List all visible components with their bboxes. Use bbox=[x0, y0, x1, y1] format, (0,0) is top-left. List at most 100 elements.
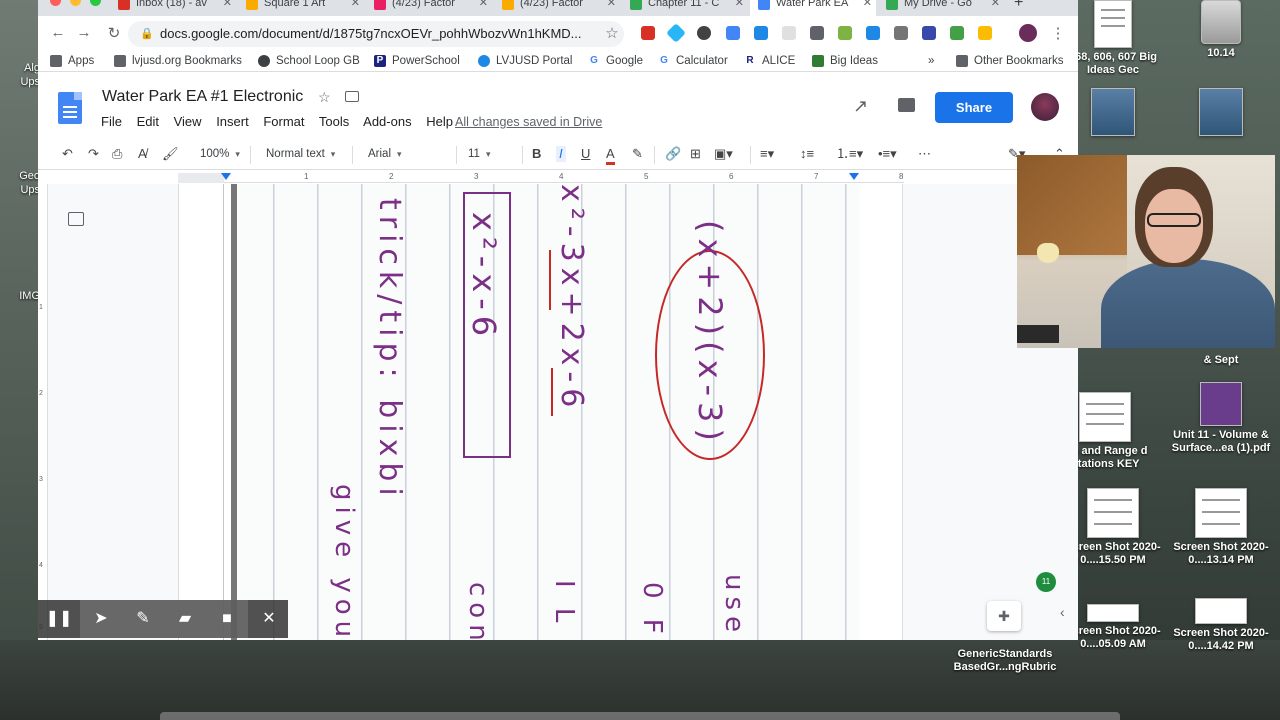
menu-file[interactable]: File bbox=[101, 114, 122, 129]
drive-icon[interactable] bbox=[978, 26, 992, 40]
undo-icon[interactable]: ↶ bbox=[62, 146, 73, 162]
tab-square[interactable]: Square 1 Art ✕ bbox=[238, 0, 364, 16]
bookmark-lvjusd[interactable]: lvjusd.org Bookmarks bbox=[114, 53, 242, 69]
menu-format[interactable]: Format bbox=[263, 114, 304, 129]
close-window-icon[interactable] bbox=[50, 0, 61, 6]
document-page[interactable]: trick/tip: bixbi give you x²-x-6 x²-3x+2… bbox=[178, 184, 903, 640]
add-comment-button[interactable]: ✚ bbox=[987, 601, 1021, 631]
pointer-icon[interactable]: ➤ bbox=[80, 600, 122, 638]
camera-icon[interactable]: ■ bbox=[206, 600, 248, 638]
menu-kebab-icon[interactable]: ⋮ bbox=[1048, 24, 1068, 42]
close-tab-icon[interactable]: ✕ bbox=[735, 0, 744, 12]
tab-factor-1[interactable]: (4/23) Factor ✕ bbox=[366, 0, 492, 16]
bookmark-school-loop[interactable]: School Loop GB bbox=[258, 53, 360, 69]
spellcheck-icon[interactable]: A̸ bbox=[138, 146, 147, 162]
bookmark-calculator[interactable]: G Calculator bbox=[658, 53, 728, 69]
link-icon[interactable]: 🔗 bbox=[665, 146, 681, 162]
menu-add-ons[interactable]: Add-ons bbox=[363, 114, 411, 129]
bookmark-powerschool[interactable]: P PowerSchool bbox=[374, 53, 460, 69]
minimize-window-icon[interactable] bbox=[70, 0, 81, 6]
desktop-file-icon[interactable]: GenericStandards BasedGr...ngRubric bbox=[950, 648, 1060, 674]
underline-button[interactable]: U bbox=[581, 146, 590, 162]
extension-icon[interactable] bbox=[894, 26, 908, 40]
font-size-select[interactable]: 11 bbox=[468, 146, 490, 162]
left-indent-marker[interactable] bbox=[221, 173, 231, 180]
bookmark-big-ideas[interactable]: Big Ideas bbox=[812, 53, 878, 69]
align-icon[interactable]: ≡▾ bbox=[760, 146, 774, 162]
close-icon[interactable]: ✕ bbox=[248, 600, 290, 638]
right-indent-marker[interactable] bbox=[849, 173, 859, 180]
extension-icon[interactable] bbox=[754, 26, 768, 40]
bookmark-lvjusd-portal[interactable]: LVJUSD Portal bbox=[478, 53, 572, 69]
menu-edit[interactable]: Edit bbox=[137, 114, 159, 129]
desktop-file-icon[interactable]: Screen Shot 2020-0....13.14 PM bbox=[1166, 488, 1276, 567]
redo-icon[interactable]: ↷ bbox=[88, 146, 99, 162]
italic-button[interactable]: I bbox=[556, 146, 566, 162]
tab-inbox[interactable]: Inbox (18) - av ✕ bbox=[110, 0, 236, 16]
notification-badge[interactable]: 11 bbox=[1036, 572, 1056, 592]
bookmark-alice[interactable]: R ALICE bbox=[744, 53, 795, 69]
menu-tools[interactable]: Tools bbox=[319, 114, 349, 129]
style-select[interactable]: Normal text bbox=[266, 146, 335, 162]
extension-icon[interactable] bbox=[922, 26, 936, 40]
side-panel-toggle-icon[interactable]: ‹ bbox=[1060, 604, 1076, 626]
pause-icon[interactable]: ❚❚ bbox=[38, 600, 80, 638]
more-options-icon[interactable]: ⋯ bbox=[918, 146, 931, 162]
bookmark-google[interactable]: G Google bbox=[588, 53, 643, 69]
add-comment-icon[interactable]: ⊞ bbox=[690, 146, 701, 162]
close-tab-icon[interactable]: ✕ bbox=[479, 0, 488, 12]
print-icon[interactable]: ⎙ bbox=[112, 146, 122, 162]
bookmark-star-icon[interactable]: ☆ bbox=[602, 24, 622, 42]
insert-image-icon[interactable]: ▣▾ bbox=[714, 146, 733, 162]
activity-trend-icon[interactable]: ↗ bbox=[853, 96, 868, 117]
extension-icon[interactable] bbox=[641, 26, 655, 40]
webcam-overlay[interactable] bbox=[1017, 155, 1275, 348]
tab-my-drive[interactable]: My Drive - Go ✕ bbox=[878, 0, 1004, 16]
document-title[interactable]: Water Park EA #1 Electronic bbox=[102, 88, 303, 106]
extension-icon[interactable] bbox=[726, 26, 740, 40]
docs-logo-icon[interactable] bbox=[58, 92, 82, 124]
reload-icon[interactable]: ↻ bbox=[104, 24, 124, 42]
handwritten-notes-image[interactable]: trick/tip: bixbi give you x²-x-6 x²-3x+2… bbox=[231, 184, 859, 640]
extension-icon[interactable] bbox=[838, 26, 852, 40]
bookmarks-overflow-button[interactable]: » bbox=[928, 53, 934, 69]
close-tab-icon[interactable]: ✕ bbox=[607, 0, 616, 12]
desktop-file-icon[interactable] bbox=[1166, 88, 1276, 139]
extension-icon[interactable] bbox=[782, 26, 796, 40]
tab-water-park[interactable]: Water Park EA ✕ bbox=[750, 0, 876, 16]
bookmark-apps[interactable]: Apps bbox=[50, 53, 94, 69]
back-icon[interactable]: ← bbox=[48, 24, 68, 41]
extension-icon[interactable] bbox=[697, 26, 711, 40]
font-select[interactable]: Arial bbox=[368, 146, 448, 162]
desktop-file-icon[interactable]: Screen Shot 2020-0....14.42 PM bbox=[1166, 598, 1276, 653]
extension-icon[interactable] bbox=[950, 26, 964, 40]
forward-icon[interactable]: → bbox=[74, 24, 94, 41]
highlight-icon[interactable]: ✎ bbox=[632, 146, 643, 162]
pen-icon[interactable]: ✎ bbox=[122, 600, 164, 638]
star-icon[interactable]: ☆ bbox=[318, 89, 331, 106]
bulleted-list-icon[interactable]: •≡▾ bbox=[878, 146, 897, 162]
document-outline-icon[interactable] bbox=[68, 212, 84, 226]
highlighter-icon[interactable]: ▰ bbox=[164, 600, 206, 638]
tab-factor-2[interactable]: (4/23) Factor ✕ bbox=[494, 0, 620, 16]
numbered-list-icon[interactable]: ⒈≡▾ bbox=[836, 146, 863, 162]
zoom-window-icon[interactable] bbox=[90, 0, 101, 6]
address-bar[interactable]: 🔒 docs.google.com/document/d/1875tg7ncxO… bbox=[128, 21, 624, 47]
line-spacing-icon[interactable]: ↕≡ bbox=[800, 146, 814, 162]
other-bookmarks[interactable]: Other Bookmarks bbox=[956, 53, 1063, 69]
desktop-disk-icon[interactable]: 10.14 bbox=[1166, 0, 1276, 60]
menu-view[interactable]: View bbox=[174, 114, 202, 129]
save-status[interactable]: All changes saved in Drive bbox=[455, 115, 602, 129]
share-button[interactable]: Share bbox=[935, 92, 1013, 123]
desktop-pdf-icon[interactable]: Unit 11 - Volume & Surface...ea (1).pdf bbox=[1166, 382, 1276, 455]
menu-help[interactable]: Help bbox=[426, 114, 453, 129]
close-tab-icon[interactable]: ✕ bbox=[351, 0, 360, 12]
new-tab-button[interactable]: + bbox=[1014, 0, 1023, 12]
close-tab-icon[interactable]: ✕ bbox=[863, 0, 872, 12]
paint-format-icon[interactable]: 🖌 bbox=[162, 146, 179, 162]
close-tab-icon[interactable]: ✕ bbox=[991, 0, 1000, 12]
close-tab-icon[interactable]: ✕ bbox=[223, 0, 232, 12]
comment-history-icon[interactable] bbox=[898, 98, 915, 112]
bold-button[interactable]: B bbox=[532, 146, 541, 162]
profile-avatar[interactable] bbox=[1019, 24, 1037, 42]
